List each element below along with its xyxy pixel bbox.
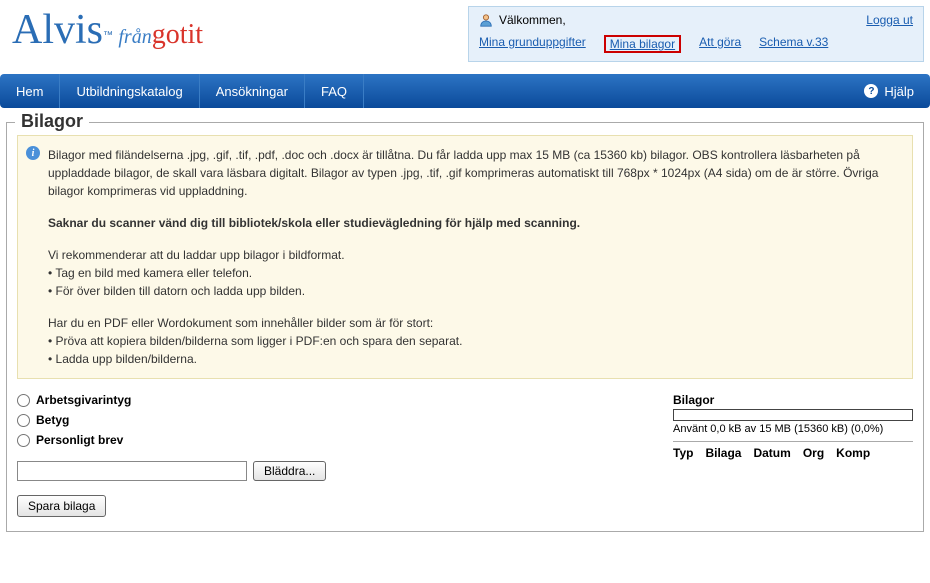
help-icon: ?: [864, 84, 878, 98]
info-p1: Bilagor med filändelserna .jpg, .gif, .t…: [48, 146, 900, 200]
page-title: Bilagor: [15, 111, 89, 132]
navbar: Hem Utbildningskatalog Ansökningar FAQ ?…: [0, 74, 930, 108]
col-bilaga: Bilaga: [705, 446, 741, 460]
attachments-header: Typ Bilaga Datum Org Komp: [673, 441, 913, 460]
radio-personligt-brev[interactable]: [17, 434, 30, 447]
link-mina-bilagor[interactable]: Mina bilagor: [604, 35, 681, 53]
info-p4b: • Pröva att kopiera bilden/bilderna som …: [48, 332, 900, 350]
nav-ansokningar[interactable]: Ansökningar: [200, 74, 305, 108]
radio-betyg-label[interactable]: Betyg: [36, 413, 69, 427]
radio-arbetsgivarintyg[interactable]: [17, 394, 30, 407]
welcome-text: Välkommen,: [499, 13, 566, 27]
info-p3a: Vi rekommenderar att du laddar upp bilag…: [48, 246, 900, 264]
nav-hem[interactable]: Hem: [0, 74, 60, 108]
radio-personligt-brev-label[interactable]: Personligt brev: [36, 433, 123, 447]
info-p4c: • Ladda upp bilden/bilderna.: [48, 350, 900, 368]
attachments-title: Bilagor: [673, 393, 913, 407]
browse-button[interactable]: Bläddra...: [253, 461, 326, 481]
logo: Alvis™ frångotit: [12, 6, 203, 54]
usage-bar: [673, 409, 913, 421]
file-path-input[interactable]: [17, 461, 247, 481]
link-att-gora[interactable]: Att göra: [699, 35, 741, 53]
radio-betyg[interactable]: [17, 414, 30, 427]
bilagor-fieldset: Bilagor i Bilagor med filändelserna .jpg…: [6, 122, 924, 532]
info-icon: i: [26, 146, 40, 160]
col-datum: Datum: [753, 446, 790, 460]
info-box: i Bilagor med filändelserna .jpg, .gif, …: [17, 135, 913, 379]
info-p4a: Har du en PDF eller Wordokument som inne…: [48, 314, 900, 332]
save-button[interactable]: Spara bilaga: [17, 495, 106, 517]
col-komp: Komp: [836, 446, 870, 460]
link-schema[interactable]: Schema v.33: [759, 35, 828, 53]
attachments-panel: Bilagor Använt 0,0 kB av 15 MB (15360 kB…: [673, 393, 913, 517]
logo-fran: från: [118, 26, 151, 48]
header: Alvis™ frångotit Välkommen, Logga ut Min…: [0, 0, 930, 72]
radio-arbetsgivarintyg-label[interactable]: Arbetsgivarintyg: [36, 393, 131, 407]
nav-faq[interactable]: FAQ: [305, 74, 364, 108]
info-p2: Saknar du scanner vänd dig till bibliote…: [48, 214, 900, 232]
welcome-greeting: Välkommen,: [479, 13, 566, 27]
info-p3c: • För över bilden till datorn och ladda …: [48, 282, 900, 300]
usage-text: Använt 0,0 kB av 15 MB (15360 kB) (0,0%): [673, 423, 913, 435]
logo-main: Alvis: [12, 7, 103, 53]
logout-link[interactable]: Logga ut: [866, 13, 913, 27]
welcome-links: Mina grunduppgifter Mina bilagor Att gör…: [479, 35, 913, 53]
nav-help-label: Hjälp: [884, 84, 914, 99]
link-grunduppgifter[interactable]: Mina grunduppgifter: [479, 35, 586, 53]
col-org: Org: [803, 446, 824, 460]
col-typ: Typ: [673, 446, 693, 460]
logo-gotit: gotit: [152, 19, 203, 50]
upload-form: Arbetsgivarintyg Betyg Personligt brev B…: [17, 393, 653, 517]
info-p3b: • Tag en bild med kamera eller telefon.: [48, 264, 900, 282]
user-icon: [479, 13, 493, 27]
nav-utbildningskatalog[interactable]: Utbildningskatalog: [60, 74, 199, 108]
nav-help[interactable]: ? Hjälp: [848, 74, 930, 108]
logo-tm: ™: [103, 30, 113, 41]
welcome-box: Välkommen, Logga ut Mina grunduppgifter …: [468, 6, 924, 62]
